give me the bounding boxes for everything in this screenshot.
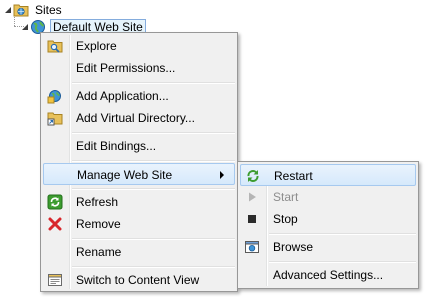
stop-icon	[244, 211, 260, 227]
menu-label-manage-web-site: Manage Web Site	[77, 168, 173, 182]
menu-item-refresh[interactable]: Refresh	[43, 191, 235, 213]
menu-separator	[72, 266, 235, 268]
menu-item-edit-permissions[interactable]: Edit Permissions...	[43, 57, 235, 79]
menu-separator	[269, 233, 416, 235]
menu-label-explore: Explore	[76, 39, 117, 53]
menu-label-switch-to-content-view: Switch to Content View	[76, 273, 200, 287]
add-virtual-directory-icon	[47, 110, 63, 126]
menu-item-start: Start	[240, 186, 416, 208]
collapse-arrow-icon[interactable]	[20, 22, 30, 32]
menu-label-stop: Stop	[273, 212, 298, 226]
menu-item-rename[interactable]: Rename	[43, 241, 235, 263]
menu-label-add-application: Add Application...	[76, 89, 169, 103]
start-play-icon	[244, 189, 260, 205]
remove-x-icon	[47, 216, 63, 232]
menu-label-start: Start	[273, 190, 299, 204]
collapse-arrow-icon[interactable]	[3, 5, 13, 15]
content-view-icon	[47, 272, 63, 288]
menu-separator	[72, 160, 235, 162]
sites-folder-icon	[13, 2, 29, 18]
explore-icon	[47, 38, 63, 54]
menu-separator	[72, 188, 235, 190]
tree-label-sites[interactable]: Sites	[33, 2, 64, 18]
menu-item-add-virtual-directory[interactable]: Add Virtual Directory...	[43, 107, 235, 129]
menu-item-manage-web-site[interactable]: Manage Web Site	[43, 163, 235, 185]
add-application-icon	[47, 88, 63, 104]
tree-node-sites[interactable]: Sites	[3, 1, 64, 19]
menu-item-edit-bindings[interactable]: Edit Bindings...	[43, 135, 235, 157]
menu-item-browse[interactable]: Browse	[240, 236, 416, 258]
menu-label-rename: Rename	[76, 245, 122, 259]
menu-label-add-virtual-directory: Add Virtual Directory...	[76, 111, 195, 125]
menu-item-explore[interactable]: Explore	[43, 35, 235, 57]
submenu-arrow-icon	[220, 171, 224, 179]
manage-web-site-submenu: Restart Start Stop Browse Advanced Setti…	[237, 161, 419, 289]
menu-item-add-application[interactable]: Add Application...	[43, 85, 235, 107]
menu-item-advanced-settings[interactable]: Advanced Settings...	[240, 264, 416, 286]
menu-label-refresh: Refresh	[76, 195, 119, 209]
menu-label-edit-permissions: Edit Permissions...	[76, 61, 176, 75]
refresh-icon	[47, 194, 63, 210]
menu-label-restart: Restart	[274, 169, 313, 183]
menu-label-edit-bindings: Edit Bindings...	[76, 139, 157, 153]
menu-separator	[72, 82, 235, 84]
menu-label-browse: Browse	[273, 240, 314, 254]
menu-separator	[72, 238, 235, 240]
menu-label-remove: Remove	[76, 217, 121, 231]
menu-item-stop[interactable]: Stop	[240, 208, 416, 230]
browse-icon	[244, 239, 260, 255]
menu-separator	[72, 132, 235, 134]
menu-item-remove[interactable]: Remove	[43, 213, 235, 235]
menu-separator	[269, 261, 416, 263]
restart-icon	[245, 168, 261, 184]
menu-item-switch-to-content-view[interactable]: Switch to Content View	[43, 269, 235, 291]
menu-item-restart[interactable]: Restart	[240, 164, 416, 186]
context-menu: Explore Edit Permissions... Add Applicat…	[40, 32, 238, 292]
menu-label-advanced-settings: Advanced Settings...	[273, 268, 384, 282]
